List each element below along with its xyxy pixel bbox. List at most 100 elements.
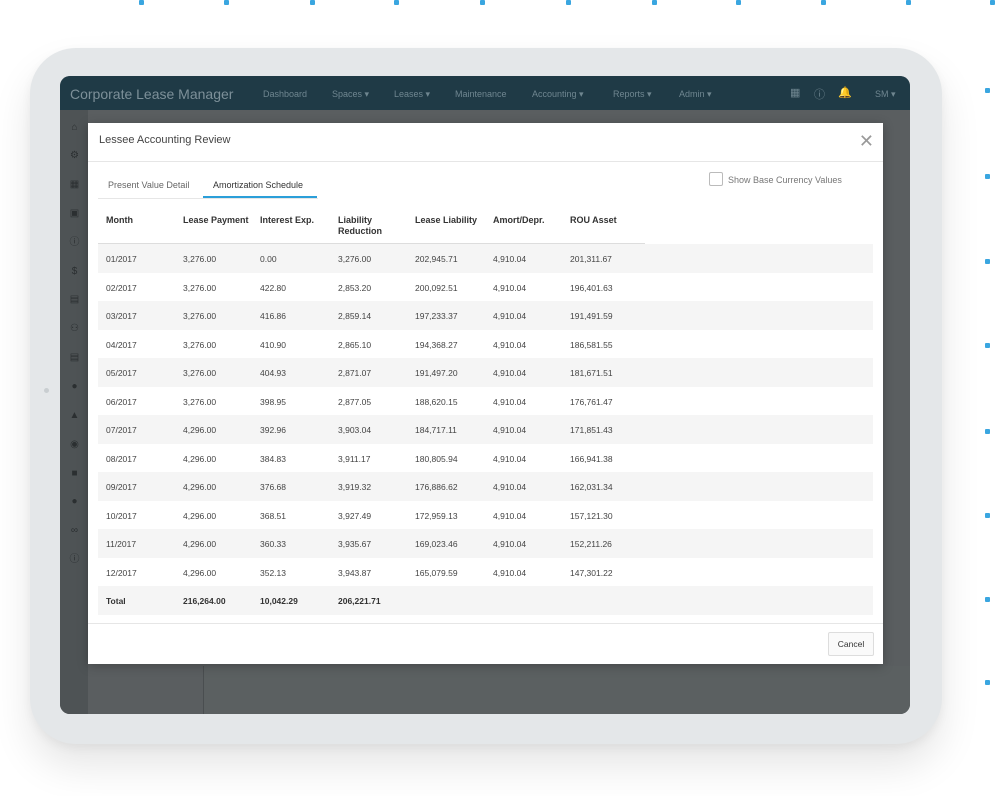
table-row[interactable]: 05/2017 3,276.00 404.93 2,871.07 191,497.20 4…: [98, 358, 873, 387]
top-navbar: Corporate Lease Manager Dashboard Spaces…: [60, 76, 910, 110]
background-content-panel: [203, 666, 910, 714]
cancel-button[interactable]: Cancel: [828, 632, 874, 656]
table-row[interactable]: 03/2017 3,276.00 416.86 2,859.14 197,233.37 4…: [98, 301, 873, 330]
base-currency-label[interactable]: Show Base Currency Values: [728, 175, 842, 185]
cell-lease-payment: 4,296.00: [183, 425, 217, 435]
nav-admin[interactable]: Admin ▾: [679, 89, 712, 100]
cell-liability-reduction: 3,935.67: [338, 539, 372, 549]
cell-amort-depr: 4,910.04: [493, 311, 527, 321]
table-row[interactable]: 04/2017 3,276.00 410.90 2,865.10 194,368.27 4…: [98, 330, 645, 359]
header-rou-asset[interactable]: ROU Asset: [570, 215, 617, 226]
sidebar-user-icon[interactable]: ●: [69, 381, 80, 392]
nav-maintenance[interactable]: Maintenance: [455, 89, 507, 99]
table-row[interactable]: 01/2017 3,276.00 0.00 3,276.00 202,945.71 4,9…: [98, 244, 873, 273]
sidebar-gear-icon[interactable]: ⚙: [69, 150, 80, 161]
cell-interest-exp: 368.51: [260, 510, 286, 521]
cell-interest-exp: 392.96: [260, 425, 286, 435]
table-row[interactable]: 08/2017 4,296.00 384.83 3,911.17 180,805.94 4…: [98, 444, 645, 473]
trash-icon[interactable]: ▦: [790, 86, 800, 99]
lessee-accounting-modal: Lessee Accounting Review ✕ Present Value…: [88, 123, 883, 664]
table-row[interactable]: 07/2017 4,296.00 392.96 3,903.04 184,717.11 4…: [98, 415, 873, 444]
modal-footer-divider: [88, 623, 883, 624]
cell-month: 01/2017: [106, 254, 137, 264]
modal-title: Lessee Accounting Review: [99, 134, 231, 146]
cell-month: 11/2017: [106, 539, 137, 549]
nav-reports[interactable]: Reports ▾: [613, 89, 652, 100]
sidebar-paperclip-icon[interactable]: ∞: [69, 525, 80, 536]
cell-liability-reduction: 2,865.10: [338, 339, 372, 350]
help-icon[interactable]: ⓘ: [814, 86, 825, 102]
cell-amort-depr: 4,910.04: [493, 539, 527, 549]
table-row[interactable]: 11/2017 4,296.00 360.33 3,935.67 169,023.46 4…: [98, 529, 873, 558]
nav-dashboard[interactable]: Dashboard: [263, 89, 307, 99]
header-amort-depr[interactable]: Amort/Depr.: [493, 215, 545, 226]
table-row[interactable]: 02/2017 3,276.00 422.80 2,853.20 200,092.51 4…: [98, 273, 645, 302]
table-row[interactable]: 10/2017 4,296.00 368.51 3,927.49 172,959.13 4…: [98, 501, 645, 530]
user-menu[interactable]: SM ▾: [875, 89, 896, 100]
app-title[interactable]: Corporate Lease Manager: [70, 86, 233, 102]
cell-lease-payment: 4,296.00: [183, 567, 217, 578]
header-interest-exp[interactable]: Interest Exp.: [260, 215, 314, 226]
table-row[interactable]: 06/2017 3,276.00 398.95 2,877.05 188,620.15 4…: [98, 387, 645, 416]
tablet-camera: [44, 388, 49, 393]
sidebar-document-icon[interactable]: ▤: [69, 294, 80, 305]
cell-rou-asset: 191,491.59: [570, 311, 613, 321]
cell-lease-payment: 4,296.00: [183, 482, 217, 492]
cell-amort-depr: 4,910.04: [493, 368, 527, 378]
table-header: Month Lease Payment Interest Exp. Liability…: [98, 203, 645, 244]
base-currency-checkbox[interactable]: [709, 172, 723, 186]
cell-rou-asset: 176,761.47: [570, 396, 613, 407]
cell-month: 09/2017: [106, 482, 137, 492]
sidebar-org-icon[interactable]: ▲: [69, 410, 80, 421]
table-row[interactable]: 09/2017 4,296.00 376.68 3,919.32 176,886.62 4…: [98, 472, 873, 501]
cell-month: 06/2017: [106, 396, 137, 407]
sidebar-home-icon[interactable]: ⌂: [69, 122, 80, 133]
total-cell-interest-exp: 10,042.29: [260, 596, 298, 606]
sidebar-building-icon[interactable]: ▦: [69, 179, 80, 190]
cell-rou-asset: 196,401.63: [570, 282, 613, 293]
nav-accounting[interactable]: Accounting ▾: [532, 89, 584, 100]
cell-lease-liability: 200,092.51: [415, 282, 458, 293]
close-icon[interactable]: ✕: [859, 131, 874, 152]
cell-month: 07/2017: [106, 425, 137, 435]
cell-amort-depr: 4,910.04: [493, 482, 527, 492]
table-total-row: Total 216,264.00 10,042.29 206,221.71: [98, 586, 873, 615]
cell-lease-liability: 184,717.11: [415, 425, 457, 435]
tab-present-value-detail[interactable]: Present Value Detail: [108, 180, 189, 190]
cell-amort-depr: 4,910.04: [493, 510, 527, 521]
cell-month: 10/2017: [106, 510, 137, 521]
cell-lease-liability: 176,886.62: [415, 482, 458, 492]
sidebar-coins-icon[interactable]: ◉: [69, 439, 80, 450]
sidebar-dollar-icon[interactable]: $: [69, 266, 80, 277]
cell-liability-reduction: 3,927.49: [338, 510, 372, 521]
sidebar-camera-icon[interactable]: ▣: [69, 208, 80, 219]
notification-icon[interactable]: 🔔: [838, 86, 852, 99]
tab-amortization-schedule[interactable]: Amortization Schedule: [213, 180, 303, 190]
cell-liability-reduction: 2,853.20: [338, 282, 372, 293]
cell-amort-depr: 4,910.04: [493, 396, 527, 407]
sidebar-file-icon[interactable]: ▤: [69, 352, 80, 363]
cell-amort-depr: 4,910.04: [493, 453, 527, 464]
table-row[interactable]: 12/2017 4,296.00 352.13 3,943.87 165,079.59 4…: [98, 558, 645, 587]
sidebar-info-icon[interactable]: ⓘ: [69, 237, 80, 248]
sidebar-person-add-icon[interactable]: ●: [69, 496, 80, 507]
header-month[interactable]: Month: [106, 215, 133, 226]
cell-interest-exp: 404.93: [260, 368, 286, 378]
cell-amort-depr: 4,910.04: [493, 282, 527, 293]
cell-rou-asset: 162,031.34: [570, 482, 613, 492]
header-lease-payment[interactable]: Lease Payment: [183, 215, 249, 226]
sidebar-ledger-icon[interactable]: ■: [69, 468, 80, 479]
cell-month: 02/2017: [106, 282, 137, 293]
sidebar-users-icon[interactable]: ⚇: [69, 323, 80, 334]
cell-liability-reduction: 3,911.17: [338, 453, 371, 464]
sidebar-info2-icon[interactable]: ⓘ: [69, 554, 80, 565]
header-lease-liability[interactable]: Lease Liability: [415, 215, 477, 226]
header-liability-reduction[interactable]: Liability Reduction: [338, 215, 382, 237]
cell-lease-payment: 4,296.00: [183, 539, 217, 549]
cell-amort-depr: 4,910.04: [493, 254, 527, 264]
tabs-baseline: [98, 198, 318, 199]
nav-leases[interactable]: Leases ▾: [394, 89, 430, 100]
nav-spaces[interactable]: Spaces ▾: [332, 89, 369, 100]
cell-lease-payment: 4,296.00: [183, 510, 217, 521]
cell-liability-reduction: 3,943.87: [338, 567, 372, 578]
